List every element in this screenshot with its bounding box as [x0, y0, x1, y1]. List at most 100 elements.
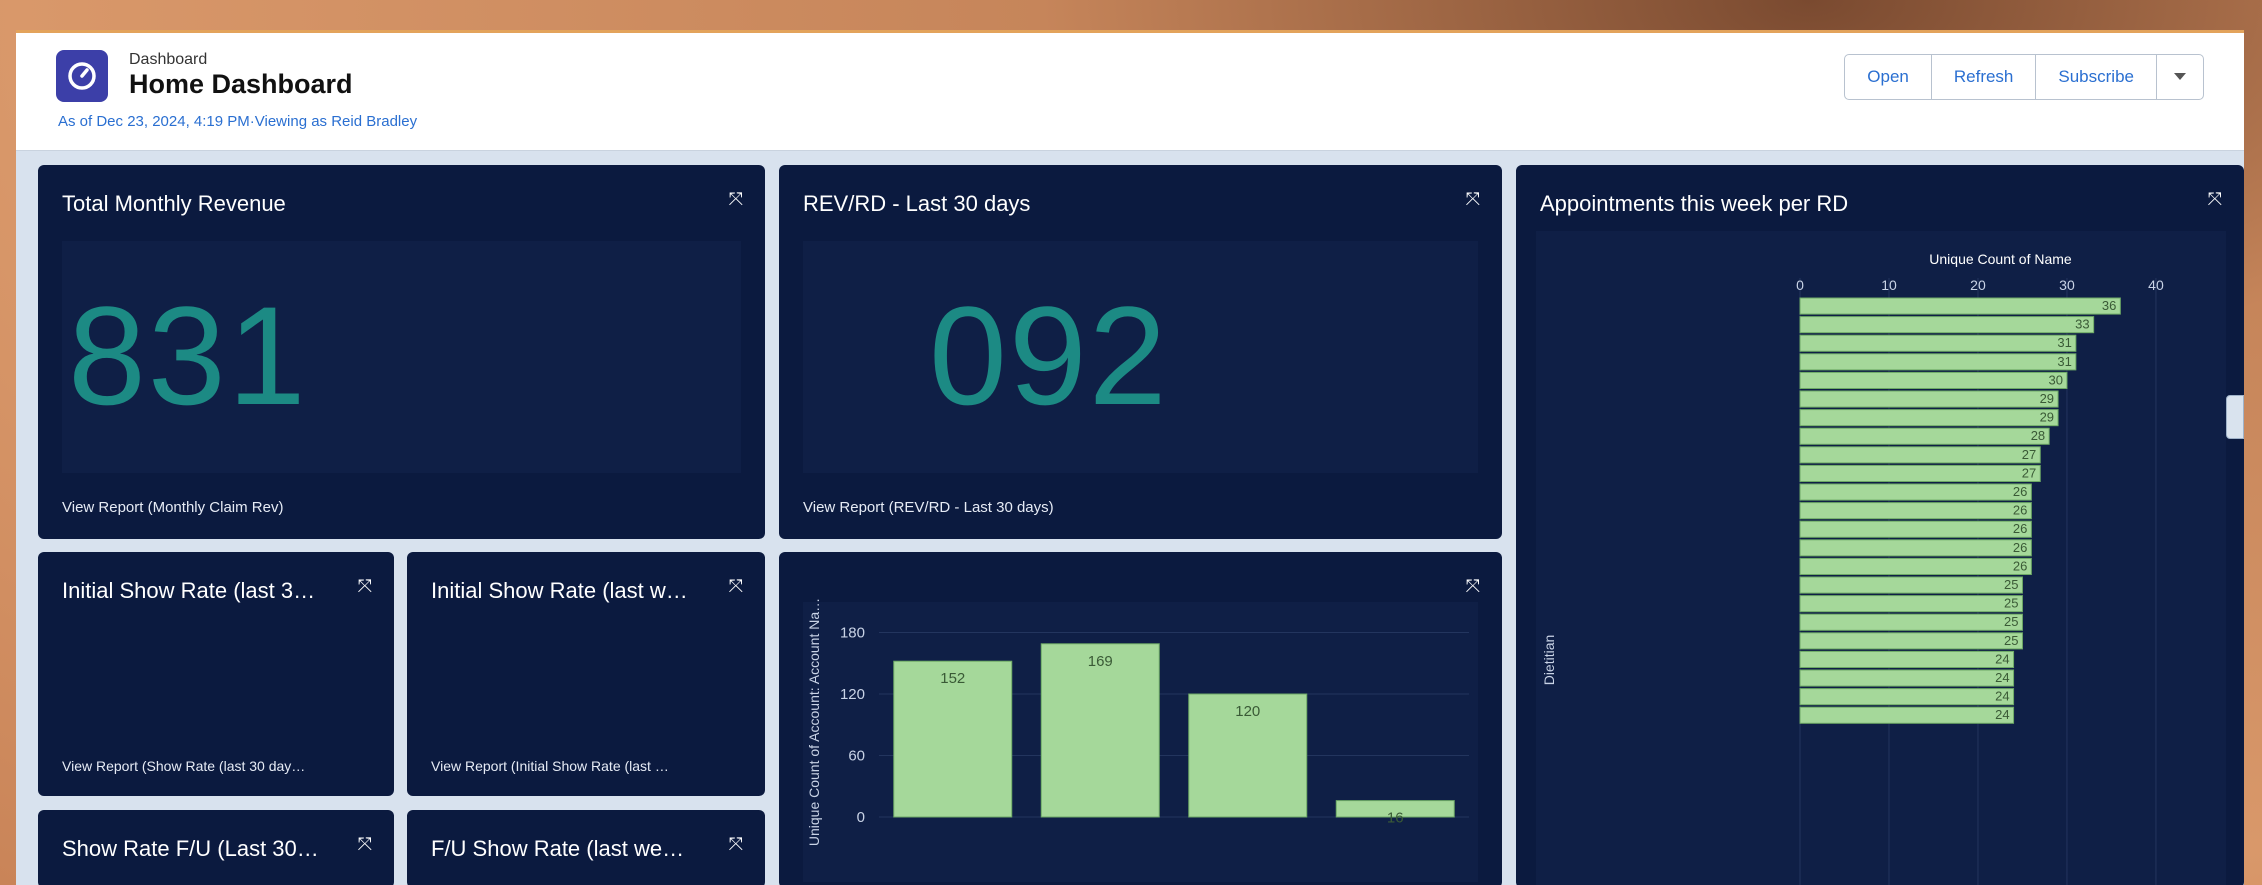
bar	[1799, 464, 2041, 482]
horizontal-bar-chart: Unique Count of Name 0 10 20 30 40 Dietitian 36…	[1536, 231, 2226, 885]
tile-title: REV/RD - Last 30 days	[803, 191, 1031, 216]
bar-value-label: 25	[2004, 596, 2018, 611]
tile-title: F/U Show Rate (last we…	[431, 836, 685, 861]
refresh-button[interactable]: Refresh	[1932, 55, 2037, 99]
bar	[1799, 520, 2032, 538]
expand-icon[interactable]: ⤧	[729, 834, 743, 855]
initial-show-rate-30-tile: Initial Show Rate (last 3… ⤧ View Report…	[38, 552, 394, 796]
bar-value-label: 28	[2031, 428, 2045, 443]
x-tick-label: 40	[2148, 277, 2164, 293]
dashboard-header: Dashboard Home Dashboard As of Dec 23, 2…	[16, 33, 2244, 151]
bar-value-label: 29	[2040, 391, 2054, 406]
view-report-link[interactable]: View Report (Monthly Claim Rev)	[62, 499, 283, 516]
y-axis-label: Unique Count of Account: Account Na…	[806, 598, 822, 846]
bar-value-label: 26	[2013, 558, 2027, 573]
bar-value-label: 26	[2013, 503, 2027, 518]
bar-value-label: 24	[1995, 707, 2009, 722]
bar-value-label: 24	[1995, 689, 2009, 704]
tile-title: Initial Show Rate (last w…	[431, 578, 688, 603]
account-count-chart-tile: ⤧ 0 60 120 180 Unique Count of Account: Acco…	[779, 552, 1502, 885]
page-title: Home Dashboard	[129, 69, 353, 99]
more-actions-button[interactable]	[2157, 55, 2203, 99]
subscribe-button[interactable]: Subscribe	[2036, 55, 2157, 99]
bar	[1799, 557, 2032, 575]
bar-value-label: 26	[2013, 521, 2027, 536]
metric-value: 092	[929, 277, 1169, 434]
bar	[1799, 446, 2041, 464]
bar-value-label: 29	[2040, 410, 2054, 425]
y-tick-label: 180	[840, 625, 865, 642]
bar-value-label: 36	[2102, 298, 2116, 313]
bar	[1799, 595, 2023, 613]
dashboard-app-icon	[56, 50, 108, 102]
bar-value-label: 25	[2004, 577, 2018, 592]
bar-value-label: 25	[2004, 614, 2018, 629]
bar	[1799, 669, 2015, 687]
bar-value-label: 27	[2022, 465, 2036, 480]
bar	[1799, 353, 2077, 371]
bar	[1799, 706, 2015, 724]
expand-icon[interactable]: ⤧	[729, 189, 743, 210]
chevron-down-icon	[2174, 73, 2186, 80]
vertical-bar-chart: 0 60 120 180 Unique Count of Account: Accoun…	[803, 598, 1478, 882]
bar-value-label: 30	[2048, 372, 2062, 387]
y-tick-label: 60	[848, 748, 865, 765]
expand-icon[interactable]: ⤧	[1466, 189, 1480, 210]
show-rate-fu-tile: Show Rate F/U (Last 30… ⤧	[38, 810, 394, 885]
x-tick-label: 20	[1970, 277, 1986, 293]
bar-value-label: 16	[1387, 810, 1404, 827]
group-label: Dietitian	[1541, 635, 1557, 686]
bar-value-label: 33	[2075, 317, 2089, 332]
bar-value-label: 24	[1995, 651, 2009, 666]
tile-title: Show Rate F/U (Last 30…	[62, 836, 319, 861]
x-tick-label: 0	[1796, 277, 1804, 293]
bar	[1799, 576, 2023, 594]
initial-show-rate-week-tile: Initial Show Rate (last w… ⤧ View Report…	[407, 552, 765, 796]
bar	[1799, 297, 2121, 315]
bar-value-label: 26	[2013, 484, 2027, 499]
bar	[1799, 427, 2050, 445]
view-report-link[interactable]: View Report (Show Rate (last 30 day…	[62, 758, 305, 774]
bar	[1799, 316, 2095, 334]
bar	[1799, 334, 2077, 352]
dashboard-frame: Dashboard Home Dashboard As of Dec 23, 2…	[16, 30, 2244, 885]
bar	[1799, 502, 2032, 520]
view-report-link[interactable]: View Report (Initial Show Rate (last …	[431, 758, 669, 774]
bar	[1799, 539, 2032, 557]
bar-value-label: 31	[2057, 354, 2071, 369]
tile-title: Total Monthly Revenue	[62, 191, 286, 216]
expand-icon[interactable]: ⤧	[358, 576, 372, 597]
dashboard-status: As of Dec 23, 2024, 4:19 PM·Viewing as R…	[58, 113, 418, 130]
bar	[1799, 613, 2023, 631]
page-type-label: Dashboard	[129, 51, 208, 68]
chart-scroll-tab[interactable]	[2226, 395, 2244, 439]
y-tick-label: 120	[840, 686, 865, 703]
tile-title: Initial Show Rate (last 3…	[62, 578, 316, 603]
x-tick-label: 10	[1881, 277, 1897, 293]
header-actions: Open Refresh Subscribe	[1844, 54, 2204, 100]
open-button[interactable]: Open	[1845, 55, 1932, 99]
total-monthly-revenue-tile: Total Monthly Revenue ⤧ 831 View Report …	[38, 165, 765, 539]
expand-icon[interactable]: ⤧	[358, 834, 372, 855]
bar	[1799, 483, 2032, 501]
bar	[1799, 409, 2059, 427]
bar-value-label: 152	[940, 670, 965, 687]
bar	[1799, 371, 2068, 389]
bar-value-label: 25	[2004, 633, 2018, 648]
bar	[1799, 632, 2023, 650]
x-tick-label: 30	[2059, 277, 2075, 293]
bar	[1799, 688, 2015, 706]
y-tick-label: 0	[857, 809, 865, 826]
expand-icon[interactable]: ⤧	[729, 576, 743, 597]
rev-rd-tile: REV/RD - Last 30 days ⤧ 092 View Report …	[779, 165, 1502, 539]
bar	[1799, 390, 2059, 408]
fu-show-rate-tile: F/U Show Rate (last we… ⤧	[407, 810, 765, 885]
bar-value-label: 31	[2057, 335, 2071, 350]
bar-value-label: 26	[2013, 540, 2027, 555]
metric-value: 831	[68, 277, 308, 434]
bar-value-label: 24	[1995, 670, 2009, 685]
bar-value-label: 169	[1088, 653, 1113, 670]
bar-value-label: 27	[2022, 447, 2036, 462]
view-report-link[interactable]: View Report (REV/RD - Last 30 days)	[803, 499, 1054, 516]
appointments-per-rd-tile: Appointments this week per RD ⤧ Unique C…	[1516, 165, 2244, 885]
